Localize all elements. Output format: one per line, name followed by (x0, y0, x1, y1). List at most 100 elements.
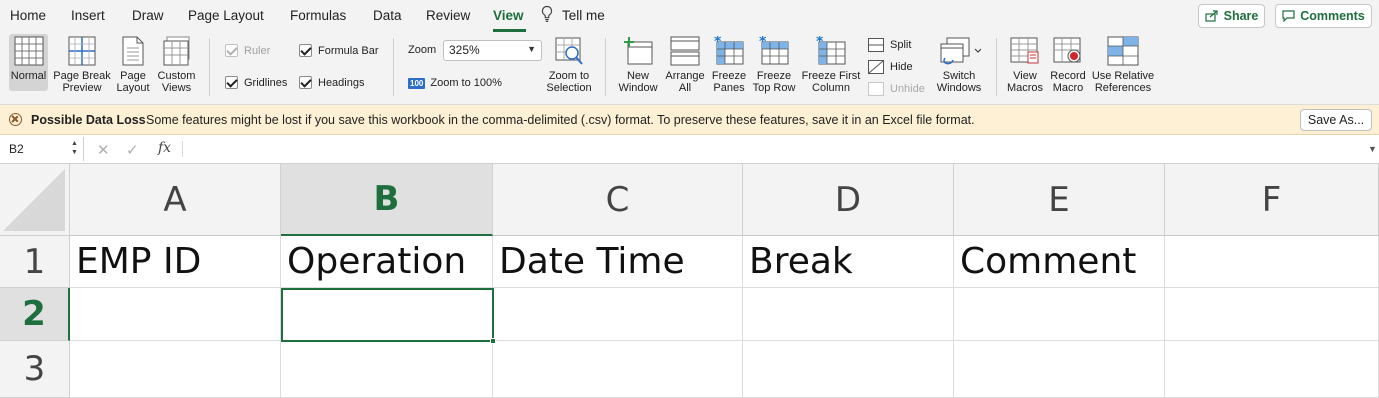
cell-f2[interactable] (1165, 288, 1379, 341)
cell-a2[interactable] (70, 288, 281, 341)
svg-text:*: * (759, 36, 767, 50)
formula-bar-checkbox[interactable]: Formula Bar (299, 44, 379, 57)
column-header-a[interactable]: A (70, 164, 281, 236)
zoom-dropdown[interactable]: 325% ▼ (443, 40, 542, 61)
arrange-all-button[interactable]: Arrange All (663, 36, 707, 94)
unhide-icon (868, 82, 884, 96)
page-layout-icon (122, 36, 144, 66)
chevron-down-icon[interactable]: ▼ (1368, 144, 1377, 154)
custom-views-label-1: Custom (157, 70, 196, 82)
cell-e2[interactable] (954, 288, 1165, 341)
save-as-button[interactable]: Save As... (1300, 109, 1372, 131)
cell-f1[interactable] (1165, 236, 1379, 288)
page-break-label-1: Page Break (53, 70, 111, 82)
arrange-all-icon (670, 36, 700, 66)
share-button[interactable]: Share (1198, 4, 1265, 28)
row-header-2[interactable]: 2 (0, 288, 70, 341)
zoom-100-icon: 100 (408, 77, 426, 89)
tab-formulas[interactable]: Formulas (290, 8, 346, 23)
fill-handle[interactable] (490, 338, 496, 344)
column-header-b[interactable]: B (281, 164, 493, 236)
freeze-panes-button[interactable]: * Freeze Panes (709, 36, 749, 94)
column-header-e[interactable]: E (954, 164, 1165, 236)
view-macros-button[interactable]: View Macros (1005, 36, 1045, 94)
cell-b1[interactable]: Operation (281, 236, 493, 288)
comments-button[interactable]: Comments (1275, 4, 1372, 28)
ruler-checkbox[interactable]: Ruler (225, 44, 270, 57)
relative-references-icon (1107, 36, 1139, 66)
tab-view[interactable]: View (493, 8, 524, 23)
cell-e3[interactable] (954, 341, 1165, 398)
zoom-label: Zoom (408, 44, 437, 56)
row-header-1[interactable]: 1 (0, 236, 70, 288)
page-break-preview-button[interactable]: Page Break Preview (52, 36, 112, 94)
cell-d3[interactable] (743, 341, 954, 398)
cell-a3[interactable] (70, 341, 281, 398)
switch-windows-button[interactable]: Switch Windows (933, 36, 985, 94)
column-header-d[interactable]: D (743, 164, 954, 236)
page-layout-view-button[interactable]: Page Layout (114, 36, 152, 94)
switch-windows-label-2: Windows (936, 82, 982, 94)
zoom-selection-label-2: Selection (546, 82, 592, 94)
hide-button[interactable]: Hide (868, 60, 913, 74)
page-layout-label-1: Page (120, 70, 146, 82)
page-layout-label-2: Layout (116, 82, 150, 94)
freeze-first-column-label-1: Freeze First (801, 70, 861, 82)
column-header-c[interactable]: C (493, 164, 743, 236)
tab-page-layout[interactable]: Page Layout (188, 8, 264, 23)
ribbon-separator (393, 38, 394, 96)
tab-data[interactable]: Data (373, 8, 402, 23)
unhide-button[interactable]: Unhide (868, 82, 925, 96)
zoom-selection-label-1: Zoom to (548, 70, 590, 82)
freeze-top-row-button[interactable]: * Freeze Top Row (750, 36, 798, 94)
view-macros-label-1: View (1013, 70, 1037, 82)
enter-check-icon[interactable]: ✓ (126, 141, 139, 159)
ribbon-separator (996, 38, 997, 96)
zoom-to-100-label: Zoom to 100% (430, 77, 502, 89)
cell-d1[interactable]: Break (743, 236, 954, 288)
chevron-down-icon: ▼ (527, 44, 536, 54)
record-macro-label-1: Record (1050, 70, 1086, 82)
formula-separator (182, 141, 183, 157)
cancel-icon[interactable]: ✕ (97, 141, 110, 159)
cell-e1[interactable]: Comment (954, 236, 1165, 288)
cell-b3[interactable] (281, 341, 493, 398)
record-macro-button[interactable]: Record Macro (1047, 36, 1089, 94)
close-circle-icon[interactable] (9, 113, 22, 126)
headings-checkbox[interactable]: Headings (299, 76, 364, 89)
cell-c2[interactable] (493, 288, 743, 341)
view-macros-label-2: Macros (1006, 82, 1044, 94)
custom-views-button[interactable]: Custom Views (154, 36, 199, 94)
split-icon (868, 38, 884, 52)
cell-c3[interactable] (493, 341, 743, 398)
cell-a1[interactable]: EMP ID (70, 236, 281, 288)
zoom-to-100-button[interactable]: 100 Zoom to 100% (408, 77, 502, 89)
cell-c1[interactable]: Date Time (493, 236, 743, 288)
tab-review[interactable]: Review (426, 8, 470, 23)
tab-draw[interactable]: Draw (132, 8, 164, 23)
normal-view-button[interactable]: Normal (9, 34, 48, 91)
tab-insert[interactable]: Insert (71, 8, 105, 23)
share-label: Share (1223, 9, 1259, 23)
gridlines-checkbox[interactable]: Gridlines (225, 76, 287, 89)
cell-f3[interactable] (1165, 341, 1379, 398)
insert-function-icon[interactable]: fx (158, 140, 171, 156)
switch-windows-icon (940, 37, 981, 65)
name-box[interactable]: B2 ▲ ▼ (0, 137, 84, 161)
cell-d2[interactable] (743, 288, 954, 341)
tab-home[interactable]: Home (10, 8, 46, 23)
row-header-3[interactable]: 3 (0, 341, 70, 398)
name-box-value: B2 (9, 142, 24, 156)
column-header-f[interactable]: F (1165, 164, 1379, 236)
zoom-to-selection-button[interactable]: Zoom to Selection (544, 36, 594, 94)
hide-icon (868, 60, 884, 74)
select-all-corner[interactable] (0, 164, 70, 236)
split-button[interactable]: Split (868, 38, 911, 52)
normal-label: Normal (10, 70, 47, 82)
name-box-stepper-icon[interactable]: ▲ ▼ (71, 139, 78, 157)
freeze-first-column-button[interactable]: * Freeze First Column (800, 36, 862, 94)
new-window-label-2: Window (618, 82, 658, 94)
tell-me-search[interactable]: Tell me (562, 8, 605, 23)
use-relative-references-button[interactable]: Use Relative References (1090, 36, 1156, 94)
new-window-button[interactable]: New Window (615, 36, 661, 94)
